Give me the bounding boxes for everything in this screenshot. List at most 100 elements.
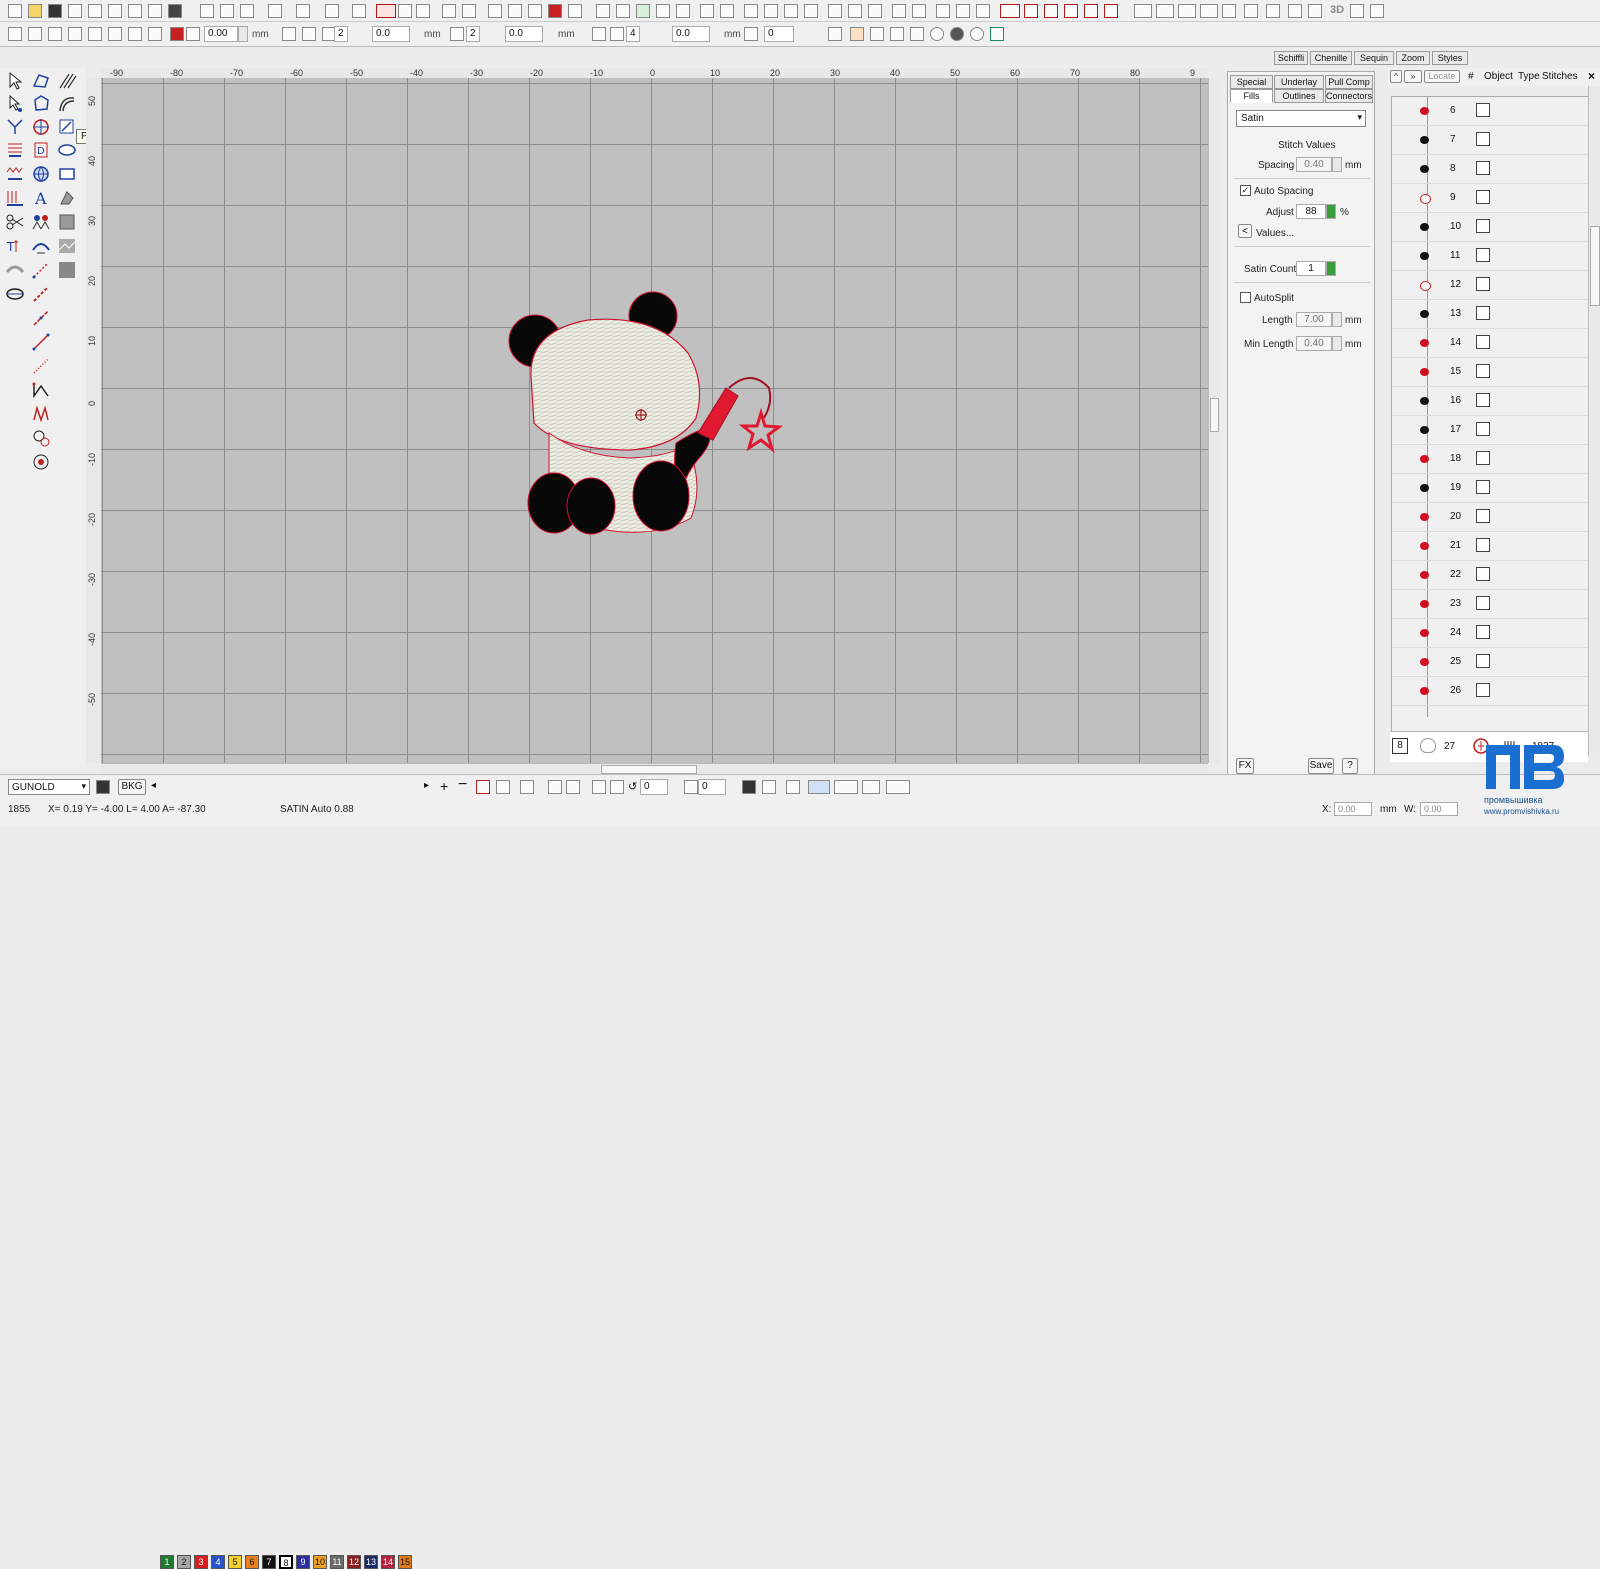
check-icon[interactable]	[352, 4, 366, 18]
triple-stitch-icon[interactable]	[31, 308, 51, 328]
fill-style-icon[interactable]	[376, 4, 396, 18]
fan-text-icon[interactable]	[5, 260, 25, 280]
horizontal-scroll-thumb[interactable]	[601, 765, 697, 774]
tool-d-icon[interactable]	[890, 27, 904, 41]
group-icon[interactable]	[956, 4, 970, 18]
import-icon[interactable]	[88, 4, 102, 18]
zoom-out-icon[interactable]: −	[458, 776, 467, 794]
align-bottom-icon[interactable]	[868, 4, 882, 18]
object-row[interactable]: 20	[1392, 503, 1588, 532]
slant-angle-icon[interactable]	[684, 780, 698, 794]
undo-icon[interactable]	[268, 4, 282, 18]
palette-next-icon[interactable]: ▸	[424, 780, 429, 791]
tool-c-icon[interactable]	[870, 27, 884, 41]
run-stitch-icon[interactable]	[1044, 4, 1058, 18]
locate-button[interactable]: Locate	[1424, 70, 1460, 83]
tab-pull-comp[interactable]: Pull Comp	[1325, 75, 1373, 89]
paste-icon[interactable]	[240, 4, 254, 18]
object-list-scrollbar[interactable]	[1588, 86, 1600, 756]
curve-node-icon[interactable]	[68, 27, 82, 41]
background-button[interactable]: BKG	[118, 779, 146, 795]
zoom-in-icon[interactable]: +	[440, 778, 448, 794]
object-row[interactable]: 15	[1392, 358, 1588, 387]
properties-list-icon[interactable]	[786, 780, 800, 794]
tool-b-icon[interactable]	[850, 27, 864, 41]
space-v-icon[interactable]	[912, 4, 926, 18]
join-node-icon[interactable]	[128, 27, 142, 41]
vertical-scrollbar[interactable]	[1208, 78, 1220, 763]
export-icon[interactable]	[168, 4, 182, 18]
text-fill-icon[interactable]: D	[31, 140, 51, 160]
color-swap-icon[interactable]	[186, 27, 200, 41]
object-row[interactable]: 13	[1392, 300, 1588, 329]
satin-count-spinner[interactable]	[1326, 261, 1336, 276]
tab-underlay[interactable]: Underlay	[1274, 75, 1324, 89]
select-arrow-icon[interactable]	[5, 71, 25, 91]
hoop-icon[interactable]	[596, 4, 610, 18]
palette-prev-icon[interactable]: ◂	[151, 780, 156, 791]
star-array-icon[interactable]	[610, 27, 624, 41]
tab-sequin[interactable]: Sequin	[1354, 51, 1394, 65]
satin-icon[interactable]	[1000, 4, 1020, 18]
zigzag-column-icon[interactable]	[5, 164, 25, 184]
marquee-mode-icon[interactable]	[834, 780, 858, 794]
rotate-angle-field[interactable]: 0	[640, 779, 668, 795]
save-icon[interactable]	[48, 4, 62, 18]
satin-column-icon[interactable]	[5, 140, 25, 160]
copy-icon[interactable]	[220, 4, 234, 18]
array-spacing-field[interactable]: 0.0	[372, 26, 410, 42]
select-all-icon[interactable]	[325, 4, 339, 18]
object-row[interactable]: 26	[1392, 677, 1588, 706]
design-canvas[interactable]	[101, 78, 1208, 763]
color-picker-icon[interactable]	[548, 4, 562, 18]
palette-swatch[interactable]: 8	[279, 1555, 293, 1569]
autosplit-checkbox[interactable]	[1240, 292, 1251, 303]
cut-icon[interactable]	[200, 4, 214, 18]
order-icon[interactable]	[936, 4, 950, 18]
connectors-view-icon[interactable]	[1222, 4, 1236, 18]
jump-icon[interactable]: »	[1404, 70, 1422, 83]
fill-color-icon[interactable]	[476, 780, 490, 794]
rotate-right-icon[interactable]	[610, 780, 624, 794]
delete-node-icon[interactable]	[48, 27, 62, 41]
tab-chenille[interactable]: Chenille	[1310, 51, 1352, 65]
save-button[interactable]: Save	[1308, 758, 1334, 774]
nn-mode-icon[interactable]	[862, 780, 880, 794]
hoop-tool-icon[interactable]	[5, 284, 25, 304]
remove-color-icon[interactable]	[496, 780, 510, 794]
angle-field[interactable]: 0	[764, 26, 794, 42]
texture-tool-icon[interactable]	[57, 260, 77, 280]
outline-view-icon[interactable]	[1156, 4, 1174, 18]
tab-special[interactable]: Special	[1230, 75, 1273, 89]
circle-count-field[interactable]: 4	[626, 26, 640, 42]
ellipse-tool-icon[interactable]	[57, 140, 77, 160]
x-field[interactable]: 0.00	[1334, 802, 1372, 816]
center-point-icon[interactable]	[31, 452, 51, 472]
palette-swatch[interactable]: 3	[194, 1555, 208, 1569]
align-top-icon[interactable]	[828, 4, 842, 18]
palette-swatch[interactable]: 1	[160, 1555, 174, 1569]
object-row[interactable]: 23	[1392, 590, 1588, 619]
object-row[interactable]: 9	[1392, 184, 1588, 213]
align-center-icon[interactable]	[784, 4, 798, 18]
object-row[interactable]: 21	[1392, 532, 1588, 561]
redo-icon[interactable]	[296, 4, 310, 18]
cross-stitch-icon[interactable]	[1104, 4, 1118, 18]
object-row[interactable]: 25	[1392, 648, 1588, 677]
vertical-scroll-thumb[interactable]	[1210, 398, 1219, 432]
monogram-tool-icon[interactable]	[57, 212, 77, 232]
tab-zoom[interactable]: Zoom	[1396, 51, 1430, 65]
circle-radius-field[interactable]: 0.0	[672, 26, 710, 42]
values-button[interactable]: Values...	[1256, 228, 1294, 239]
zigzag-icon[interactable]	[1024, 4, 1038, 18]
arc-tool-icon[interactable]	[57, 94, 77, 114]
object-row[interactable]: 10	[1392, 213, 1588, 242]
motif-run-icon[interactable]	[31, 332, 51, 352]
node-select-icon[interactable]	[5, 94, 25, 114]
angle-icon[interactable]	[744, 27, 758, 41]
palette-swatch[interactable]: 14	[381, 1555, 395, 1569]
slant-angle-field[interactable]: 0	[698, 779, 726, 795]
polyline-tool-icon[interactable]	[57, 117, 77, 137]
length-field[interactable]: 7.00	[1296, 312, 1332, 327]
cut-path-icon[interactable]	[5, 117, 25, 137]
